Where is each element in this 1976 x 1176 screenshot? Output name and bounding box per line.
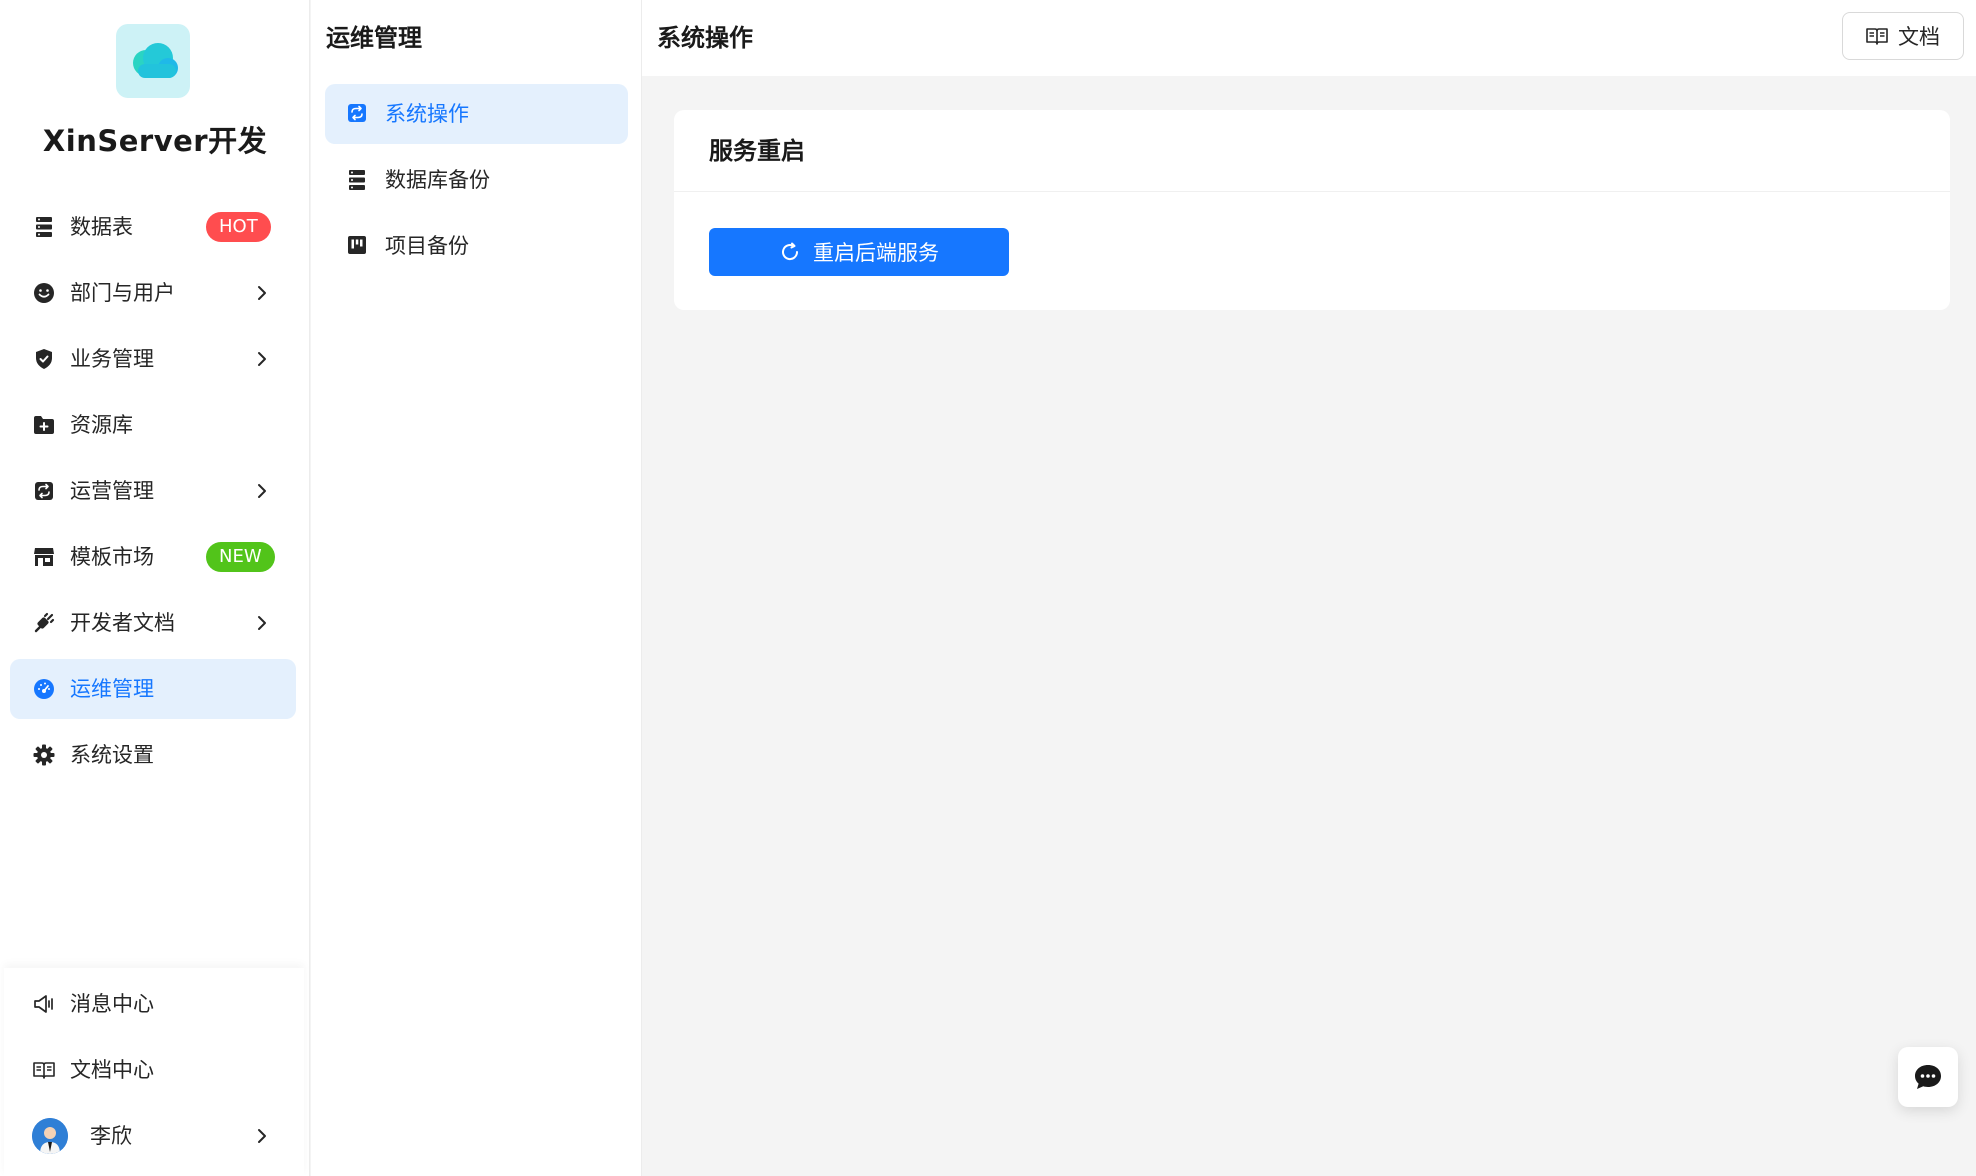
folder-add-icon xyxy=(32,413,56,437)
chevron-right-icon xyxy=(258,484,266,498)
sidebar-item-label: 模板市场 xyxy=(70,545,154,569)
read-icon xyxy=(1866,28,1888,45)
user-profile-menu[interactable]: 李欣 xyxy=(10,1106,296,1166)
primary-sidebar: XinServer开发 数据表 HOT 部门与用户 业务管理 资源库 运营管理 xyxy=(0,0,310,1176)
chevron-right-icon xyxy=(258,286,266,300)
new-badge: NEW xyxy=(206,542,275,572)
shop-icon xyxy=(32,545,56,569)
sidebar-item-data-tables[interactable]: 数据表 HOT xyxy=(10,197,296,257)
docs-center-label: 文档中心 xyxy=(70,1058,154,1082)
smile-icon xyxy=(32,281,56,305)
sidebar-item-label: 数据表 xyxy=(70,215,133,239)
message-center-link[interactable]: 消息中心 xyxy=(10,974,296,1034)
submenu-item-project-backup[interactable]: 项目备份 xyxy=(325,216,628,276)
submenu-item-label: 数据库备份 xyxy=(385,168,490,192)
shield-icon xyxy=(32,347,56,371)
sidebar-footer: 消息中心 文档中心 李欣 xyxy=(4,968,304,1176)
page-title: 系统操作 xyxy=(657,24,753,52)
submenu-item-system-operations[interactable]: 系统操作 xyxy=(325,84,628,144)
sidebar-item-business[interactable]: 业务管理 xyxy=(10,329,296,389)
read-icon xyxy=(32,1058,56,1082)
avatar xyxy=(32,1118,68,1154)
reload-icon xyxy=(782,242,799,261)
docs-center-link[interactable]: 文档中心 xyxy=(10,1040,296,1100)
sync-icon xyxy=(32,479,56,503)
restart-backend-label: 重启后端服务 xyxy=(813,241,939,265)
user-name: 李欣 xyxy=(90,1124,132,1148)
sidebar-item-departments-users[interactable]: 部门与用户 xyxy=(10,263,296,323)
chat-button[interactable] xyxy=(1898,1047,1958,1107)
sidebar-item-label: 运营管理 xyxy=(70,479,154,503)
hot-badge: HOT xyxy=(206,212,271,242)
database-icon xyxy=(347,169,369,191)
submenu-item-database-backup[interactable]: 数据库备份 xyxy=(325,150,628,210)
sound-icon xyxy=(32,992,56,1016)
docs-button-label: 文档 xyxy=(1898,25,1940,49)
api-icon xyxy=(32,611,56,635)
card-title: 服务重启 xyxy=(674,110,1950,192)
sidebar-item-label: 部门与用户 xyxy=(70,281,175,305)
sidebar-item-label: 运维管理 xyxy=(70,677,154,701)
database-icon xyxy=(32,215,56,239)
app-title: XinServer开发 xyxy=(42,124,268,158)
app-logo[interactable] xyxy=(116,24,190,98)
sidebar-item-system-settings[interactable]: 系统设置 xyxy=(10,725,296,785)
service-restart-card: 服务重启 重启后端服务 xyxy=(674,110,1950,310)
sidebar-item-devops[interactable]: 运维管理 xyxy=(10,659,296,719)
cloud-icon xyxy=(133,43,178,78)
sync-icon xyxy=(347,103,369,125)
page-header: 系统操作 文档 xyxy=(642,0,1976,76)
sidebar-item-developer-docs[interactable]: 开发者文档 xyxy=(10,593,296,653)
submenu-title: 运维管理 xyxy=(326,24,422,52)
dashboard-icon xyxy=(32,677,56,701)
restart-backend-button[interactable]: 重启后端服务 xyxy=(709,228,1009,276)
sidebar-item-template-market[interactable]: 模板市场 NEW xyxy=(10,527,296,587)
sidebar-item-resources[interactable]: 资源库 xyxy=(10,395,296,455)
project-icon xyxy=(347,235,369,257)
message-center-label: 消息中心 xyxy=(70,992,154,1016)
sidebar-item-label: 资源库 xyxy=(70,413,133,437)
sidebar-item-label: 业务管理 xyxy=(70,347,154,371)
chevron-right-icon xyxy=(258,352,266,366)
chevron-right-icon xyxy=(258,1129,266,1143)
setting-icon xyxy=(32,743,56,767)
docs-button[interactable]: 文档 xyxy=(1842,12,1964,60)
secondary-menu: 运维管理 系统操作 数据库备份 项目备份 xyxy=(311,0,642,1176)
chevron-right-icon xyxy=(258,616,266,630)
submenu-item-label: 系统操作 xyxy=(385,102,469,126)
message-icon xyxy=(1915,1065,1941,1089)
sidebar-item-label: 开发者文档 xyxy=(70,611,175,635)
sidebar-item-label: 系统设置 xyxy=(70,743,154,767)
sidebar-item-operations[interactable]: 运营管理 xyxy=(10,461,296,521)
submenu-item-label: 项目备份 xyxy=(385,234,469,258)
